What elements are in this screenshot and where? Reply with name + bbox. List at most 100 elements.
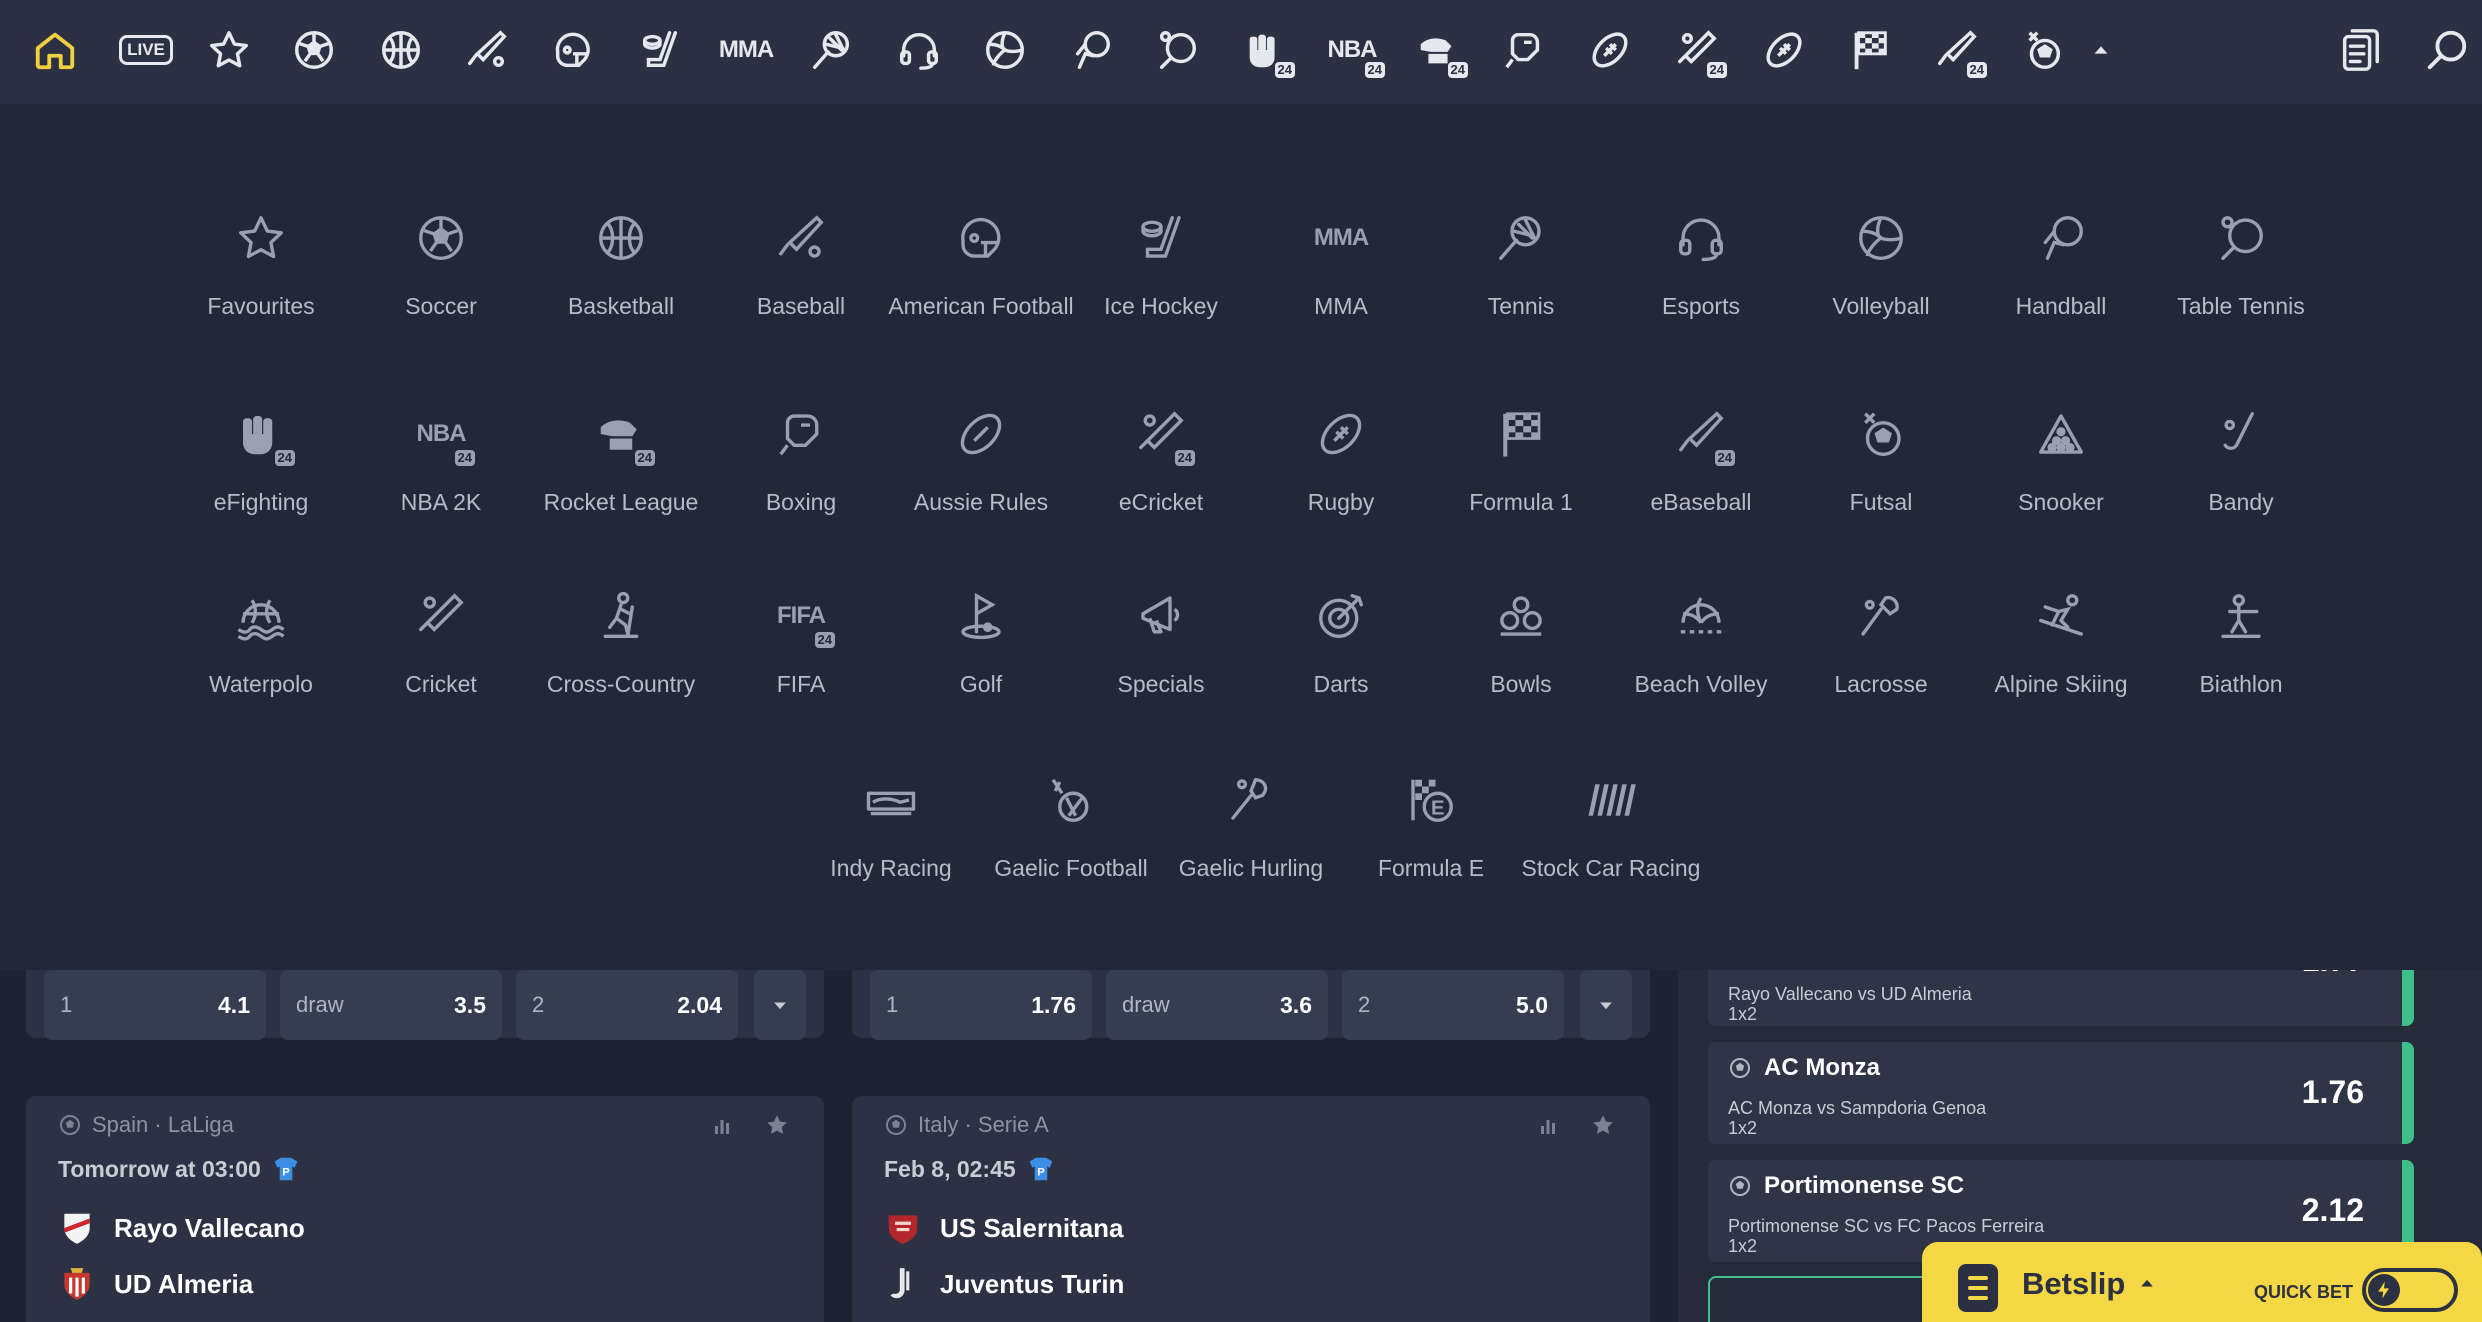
sport-lacrosse[interactable]: Lacrosse (1786, 586, 1976, 701)
rocket-league-icon[interactable]: 24 (1412, 24, 1468, 78)
sport-handball[interactable]: Handball (1966, 208, 2156, 323)
megaphone-icon (1131, 586, 1191, 646)
sport-futsal[interactable]: Futsal (1786, 404, 1976, 519)
home-icon[interactable] (29, 24, 81, 76)
waterpolo-icon (231, 586, 291, 646)
team-crest-icon (64, 1213, 90, 1244)
volleyball-icon[interactable] (979, 24, 1031, 76)
boxing-icon[interactable] (1498, 24, 1550, 76)
sport-ebaseball[interactable]: 24 eBaseball (1606, 404, 1796, 519)
golf-icon (951, 586, 1011, 646)
futsal-icon[interactable] (2017, 24, 2069, 76)
team-crest-icon (64, 1268, 90, 1300)
sport-soccer[interactable]: Soccer (346, 208, 536, 323)
sport-favourites[interactable]: Favourites (166, 208, 356, 323)
betslip-bar[interactable]: Betslip QUICK BET (1922, 1242, 2482, 1322)
sport-snooker[interactable]: Snooker (1966, 404, 2156, 519)
sport-baseball[interactable]: Baseball (706, 208, 896, 323)
chevron-up-icon (2141, 1279, 2154, 1287)
sport-formula1[interactable]: Formula 1 (1426, 404, 1616, 519)
baseball-icon[interactable] (461, 24, 513, 76)
sport-biathlon[interactable]: Biathlon (2146, 586, 2336, 701)
sport-rugby[interactable]: Rugby (1246, 404, 1436, 519)
favourite-star-icon[interactable] (1590, 1112, 1616, 1138)
sport-boxing[interactable]: Boxing (706, 404, 896, 519)
sport-stock-car-racing[interactable]: Stock Car Racing (1516, 770, 1706, 885)
sport-volleyball[interactable]: Volleyball (1786, 208, 1976, 323)
sport-nba2k[interactable]: NBA 24 NBA 2K (346, 404, 536, 519)
tennis-icon (1491, 208, 1551, 268)
betslip-item[interactable]: AC Monza AC Monza vs Sampdoria Genoa 1x2… (1708, 1042, 2414, 1144)
more-markets-button[interactable] (754, 970, 806, 1040)
formula1-icon[interactable] (1844, 24, 1896, 76)
sport-waterpolo[interactable]: Waterpolo (166, 586, 356, 701)
sport-darts[interactable]: Darts (1246, 586, 1436, 701)
odds-button-away[interactable]: 2 5.0 (1342, 970, 1564, 1040)
aussie-rules-icon[interactable] (1584, 24, 1636, 76)
sport-ice-hockey[interactable]: Ice Hockey (1066, 208, 1256, 323)
betslip-list-icon[interactable] (2334, 24, 2386, 76)
sport-golf[interactable]: Golf (886, 586, 1076, 701)
betslip-item[interactable]: Rayo Vallecano vs UD Almeria 1x2 1.77 (1708, 970, 2414, 1026)
sport-formula-e[interactable]: E Formula E (1336, 770, 1526, 885)
odds-button-draw[interactable]: draw 3.6 (1106, 970, 1328, 1040)
indy-car-icon (861, 770, 921, 830)
sport-gaelic-football[interactable]: Gaelic Football (976, 770, 1166, 885)
stats-icon[interactable] (710, 1114, 734, 1138)
stats-icon[interactable] (1536, 1114, 1560, 1138)
sport-table-tennis[interactable]: Table Tennis (2146, 208, 2336, 323)
basketball-icon[interactable] (375, 24, 427, 76)
nba2k-icon: NBA 24 (411, 404, 475, 466)
search-icon[interactable] (2421, 24, 2473, 76)
sport-indy-racing[interactable]: Indy Racing (796, 770, 986, 885)
sport-mma[interactable]: MMA MMA (1246, 208, 1436, 323)
odds-button-draw[interactable]: draw 3.5 (280, 970, 502, 1040)
sport-alpine-skiing[interactable]: Alpine Skiing (1966, 586, 2156, 701)
odds-button-away[interactable]: 2 2.04 (516, 970, 738, 1040)
tennis-icon[interactable] (806, 24, 858, 76)
table-tennis-icon[interactable] (1151, 24, 1203, 76)
sport-basketball[interactable]: Basketball (526, 208, 716, 323)
sport-cross-country[interactable]: Cross-Country (526, 586, 716, 701)
handball-icon[interactable] (1065, 24, 1117, 76)
american-football-icon[interactable] (547, 24, 599, 76)
biathlon-icon (2211, 586, 2271, 646)
odds-button-home[interactable]: 1 1.76 (870, 970, 1092, 1040)
favourite-star-icon[interactable] (764, 1112, 790, 1138)
sport-ecricket[interactable]: 24 eCricket (1066, 404, 1256, 519)
soccer-icon[interactable] (288, 24, 340, 76)
ice-hockey-icon[interactable] (634, 24, 686, 76)
home-team: Rayo Vallecano (114, 1212, 305, 1243)
sport-rocket-league[interactable]: 24 Rocket League (526, 404, 716, 519)
betslip-label: Betslip (2022, 1266, 2126, 1301)
rugby-icon[interactable] (1758, 24, 1810, 76)
sport-cricket[interactable]: Cricket (346, 586, 536, 701)
esports-icon[interactable] (893, 24, 945, 76)
sport-beach-volley[interactable]: Beach Volley (1606, 586, 1796, 701)
sport-esports[interactable]: Esports (1606, 208, 1796, 323)
odds-button-home[interactable]: 1 4.1 (44, 970, 266, 1040)
sport-fifa[interactable]: FIFA 24 FIFA (706, 586, 896, 701)
star-icon[interactable] (203, 24, 255, 76)
mma-icon[interactable]: MMA (718, 24, 774, 76)
ebaseball-icon[interactable]: 24 (1931, 24, 1987, 78)
sport-tennis[interactable]: Tennis (1426, 208, 1616, 323)
quick-bet-toggle[interactable] (2362, 1268, 2458, 1312)
sport-bandy[interactable]: Bandy (2146, 404, 2336, 519)
sport-specials[interactable]: Specials (1066, 586, 1256, 701)
handball-icon (2031, 208, 2091, 268)
sport-aussie-rules[interactable]: Aussie Rules (886, 404, 1076, 519)
rocket-league-icon: 24 (591, 404, 655, 466)
sport-bowls[interactable]: Bowls (1426, 586, 1616, 701)
live-icon[interactable]: LIVE (116, 24, 176, 76)
sport-gaelic-hurling[interactable]: Gaelic Hurling (1156, 770, 1346, 885)
more-markets-button[interactable] (1580, 970, 1632, 1040)
nba2k-icon[interactable]: NBA 24 (1323, 24, 1385, 78)
lacrosse-icon (1851, 586, 1911, 646)
ecricket-icon[interactable]: 24 (1671, 24, 1727, 78)
efighting-icon[interactable]: 24 (1239, 24, 1295, 78)
sport-american-football[interactable]: American Football (886, 208, 1076, 323)
collapse-icon[interactable] (2086, 24, 2116, 76)
sport-efighting[interactable]: 24 eFighting (166, 404, 356, 519)
alpine-ski-icon (2031, 586, 2091, 646)
